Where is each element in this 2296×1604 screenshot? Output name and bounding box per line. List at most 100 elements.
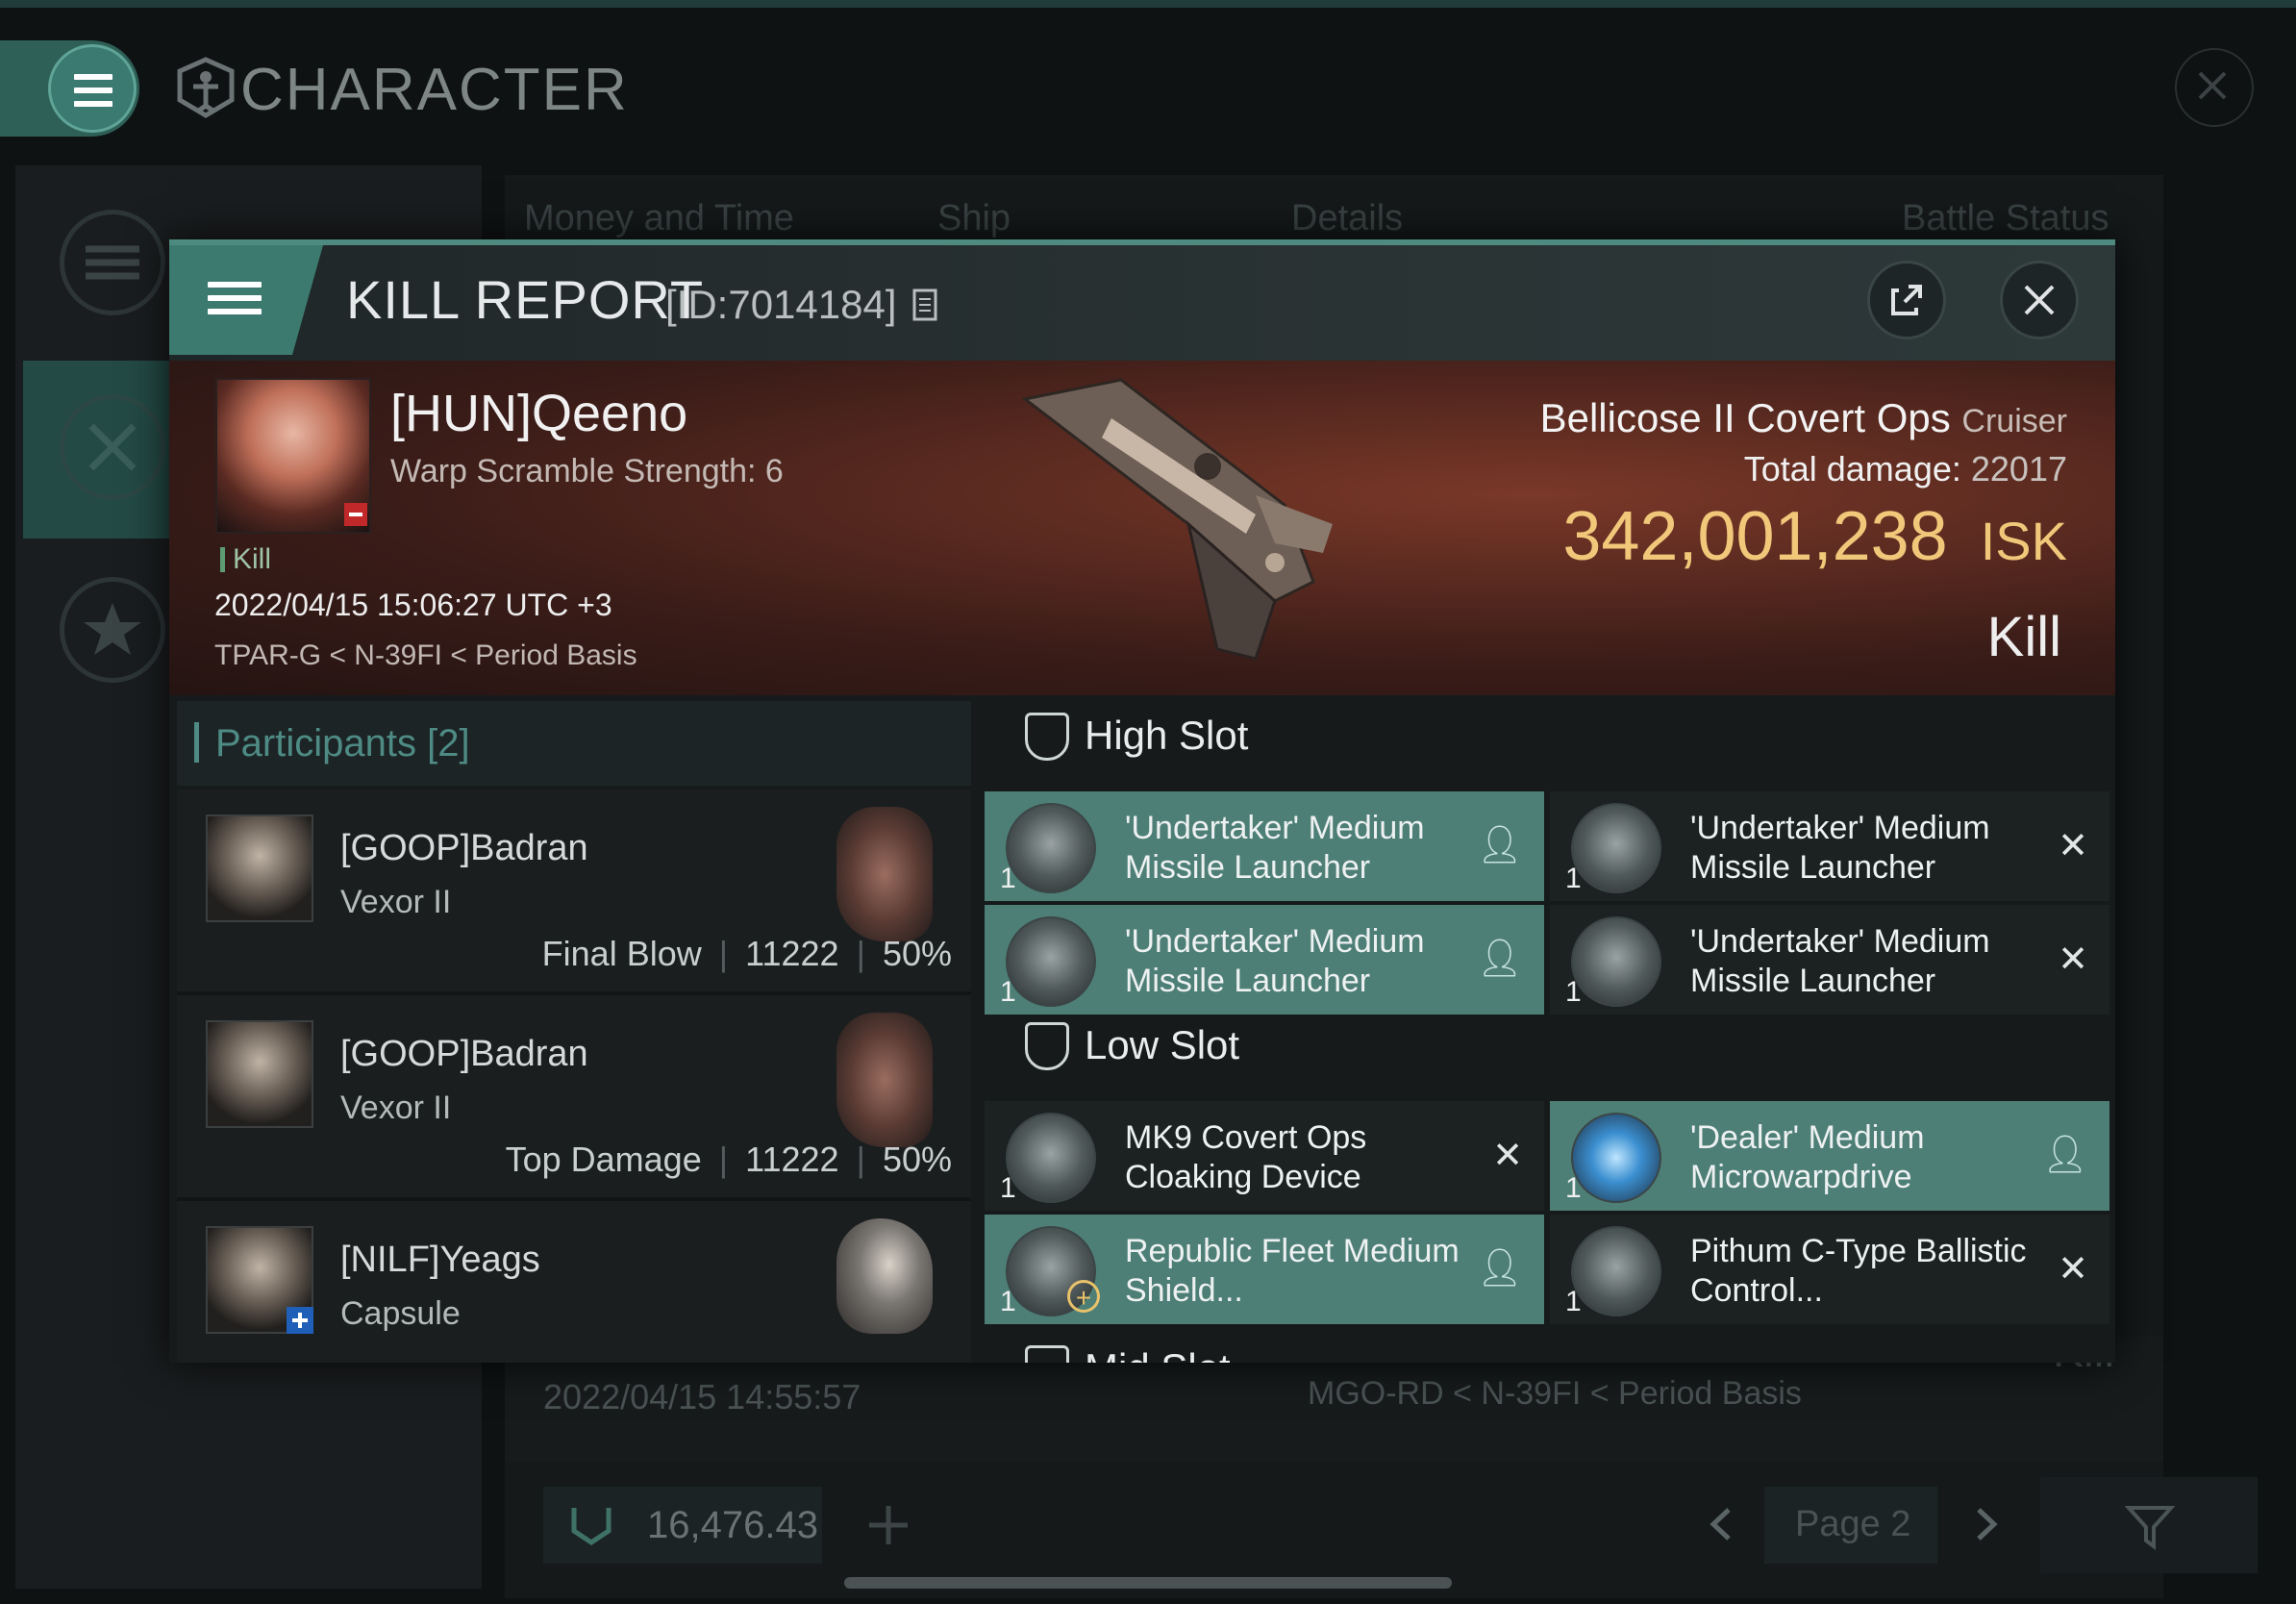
horizontal-scrollbar[interactable] (844, 1577, 1452, 1589)
next-icon (1977, 1508, 1998, 1541)
participant-stats: Final Blow | 11222 | 50% (541, 934, 952, 973)
item-qty: 1 (1000, 863, 1016, 894)
add-funds-button[interactable] (856, 1492, 921, 1558)
participant-damage: 11222 (745, 934, 839, 973)
isk-value: 342,001,238 ISK (1562, 497, 2067, 576)
tab-money-and-time[interactable]: Money and Time (524, 198, 794, 239)
person-icon: 👤︎ (1476, 1248, 1523, 1289)
tab-ship[interactable]: Ship (937, 198, 1011, 239)
plus-icon: + (1067, 1280, 1100, 1313)
accent-bar (194, 722, 199, 763)
item-qty: 1 (1000, 976, 1016, 1008)
participant-row[interactable]: [GOOP]Badran Vexor II Final Blow | 11222… (177, 789, 971, 995)
shield-slot-icon (1025, 1345, 1069, 1363)
modal-title: KILL REPORT (346, 269, 705, 330)
item-qty: 1 (1565, 1172, 1582, 1204)
shield-slot-icon (1025, 713, 1069, 761)
item-name: 'Undertaker' Medium Missile Launcher (1690, 810, 1990, 886)
tab-details[interactable]: Details (1291, 198, 1403, 239)
participants-title: Participants [2] (215, 722, 470, 765)
victim-subtitle: Warp Scramble Strength: 6 (390, 453, 784, 489)
filter-button[interactable] (2040, 1477, 2258, 1573)
item-name: Pithum C-Type Ballistic Control... (1690, 1233, 2027, 1309)
isk-amount: 342,001,238 (1562, 498, 1948, 575)
ship-name-text: Bellicose II Covert Ops (1539, 395, 1951, 440)
victim-tag: Kill (220, 543, 271, 576)
x-icon: ✕ (2058, 826, 2088, 866)
low-slot-header: Low Slot (1006, 1005, 2115, 1086)
participant-percent: 50% (882, 934, 952, 973)
missile-launcher-icon (1571, 916, 1661, 1007)
isk-currency: ISK (1980, 511, 2067, 571)
participant-role: Top Damage (505, 1140, 702, 1179)
missile-launcher-icon (1006, 803, 1096, 893)
item-qty: 1 (1565, 863, 1582, 894)
participant-role: Final Blow (541, 934, 702, 973)
participant-name: [GOOP]Badran (340, 1034, 588, 1074)
fitting-item[interactable]: 1 MK9 Covert Ops Cloaking Device ✕ (985, 1101, 1544, 1211)
x-icon: ✕ (2058, 940, 2088, 980)
menu-icon (74, 66, 112, 114)
item-qty: 1 (1000, 1172, 1016, 1204)
prev-icon (1710, 1508, 1731, 1541)
row-location: MGO-RD < N-39FI < Period Basis (1308, 1375, 1802, 1412)
victim-name[interactable]: [HUN]Qeeno (390, 384, 687, 443)
next-page-button[interactable] (1961, 1500, 2009, 1548)
item-qty: 1 (1565, 976, 1582, 1008)
share-button[interactable] (1867, 261, 1946, 339)
low-slot-title: Low Slot (1085, 1022, 1240, 1067)
star-icon[interactable] (60, 577, 165, 683)
victim-location[interactable]: TPAR-G < N-39FI < Period Basis (214, 639, 637, 672)
fitting-item[interactable]: 1 Pithum C-Type Ballistic Control... ✕ (1550, 1215, 2109, 1324)
tab-battle-status[interactable]: Battle Status (1902, 198, 2109, 239)
close-icon (2024, 285, 2055, 315)
item-name: Republic Fleet Medium Shield... (1125, 1233, 1460, 1309)
participant-ship: Vexor II (340, 884, 452, 920)
close-button[interactable] (2000, 261, 2079, 339)
sidebar-combat-icon[interactable] (60, 394, 165, 500)
result-label: Kill (1986, 606, 2061, 668)
sidebar-list-icon[interactable] (60, 210, 165, 315)
participants-header[interactable]: Participants [2] (177, 701, 971, 786)
ship-render[interactable] (967, 361, 1506, 695)
missile-launcher-icon (1571, 803, 1661, 893)
close-icon (2198, 71, 2227, 100)
window-close-button[interactable] (2175, 48, 2254, 127)
high-slot-header: High Slot (1006, 695, 2115, 776)
fitting-item[interactable]: 1 'Undertaker' Medium Missile Launcher 👤… (985, 905, 1544, 1015)
participants-label: Participants (215, 722, 416, 764)
participant-ship-icon (836, 807, 933, 941)
ship-name[interactable]: Bellicose II Covert Ops Cruiser (1540, 395, 2067, 441)
fitting-item[interactable]: 1 'Dealer' Medium Microwarpdrive 👤︎ (1550, 1101, 2109, 1211)
item-name: 'Undertaker' Medium Missile Launcher (1125, 923, 1425, 999)
participant-row[interactable]: [GOOP]Badran Vexor II Top Damage | 11222… (177, 995, 971, 1201)
item-name: 'Dealer' Medium Microwarpdrive (1690, 1119, 1925, 1195)
total-damage-label: Total damage: (1743, 449, 1961, 489)
item-name: 'Undertaker' Medium Missile Launcher (1690, 923, 1990, 999)
row-time: 2022/04/15 14:55:57 (543, 1377, 861, 1416)
participant-row[interactable]: [NILF]Yeags Capsule (177, 1201, 971, 1363)
fitting-item[interactable]: 1 'Undertaker' Medium Missile Launcher ✕ (1550, 905, 2109, 1015)
item-name: MK9 Covert Ops Cloaking Device (1125, 1119, 1367, 1195)
report-id-text: [ID:7014184] (665, 282, 897, 327)
total-damage-value: 22017 (1970, 449, 2067, 489)
participant-percent: 50% (882, 1140, 952, 1179)
plus-icon (869, 1506, 908, 1544)
wallet-bar: 16,476.43 (543, 1487, 822, 1564)
main-menu-button[interactable] (48, 44, 137, 133)
participant-portrait (206, 815, 313, 922)
shield-slot-icon (1025, 1022, 1069, 1070)
participant-name: [GOOP]Badran (340, 828, 588, 868)
hostile-badge-icon (344, 503, 367, 526)
fitting-item[interactable]: 1 'Undertaker' Medium Missile Launcher 👤… (985, 791, 1544, 901)
cloaking-device-icon (1006, 1113, 1096, 1203)
prev-page-button[interactable] (1698, 1500, 1746, 1548)
participant-damage: 11222 (745, 1140, 839, 1179)
mid-slot-title: Mid Slot (1085, 1345, 1231, 1363)
fitting-item[interactable]: + 1 Republic Fleet Medium Shield... 👤︎ (985, 1215, 1544, 1324)
item-qty: 1 (1000, 1286, 1016, 1317)
person-icon: 👤︎ (2041, 1135, 2088, 1175)
person-icon: 👤︎ (1476, 939, 1523, 979)
fitting-item[interactable]: 1 'Undertaker' Medium Missile Launcher ✕ (1550, 791, 2109, 901)
copy-icon[interactable] (911, 288, 940, 322)
